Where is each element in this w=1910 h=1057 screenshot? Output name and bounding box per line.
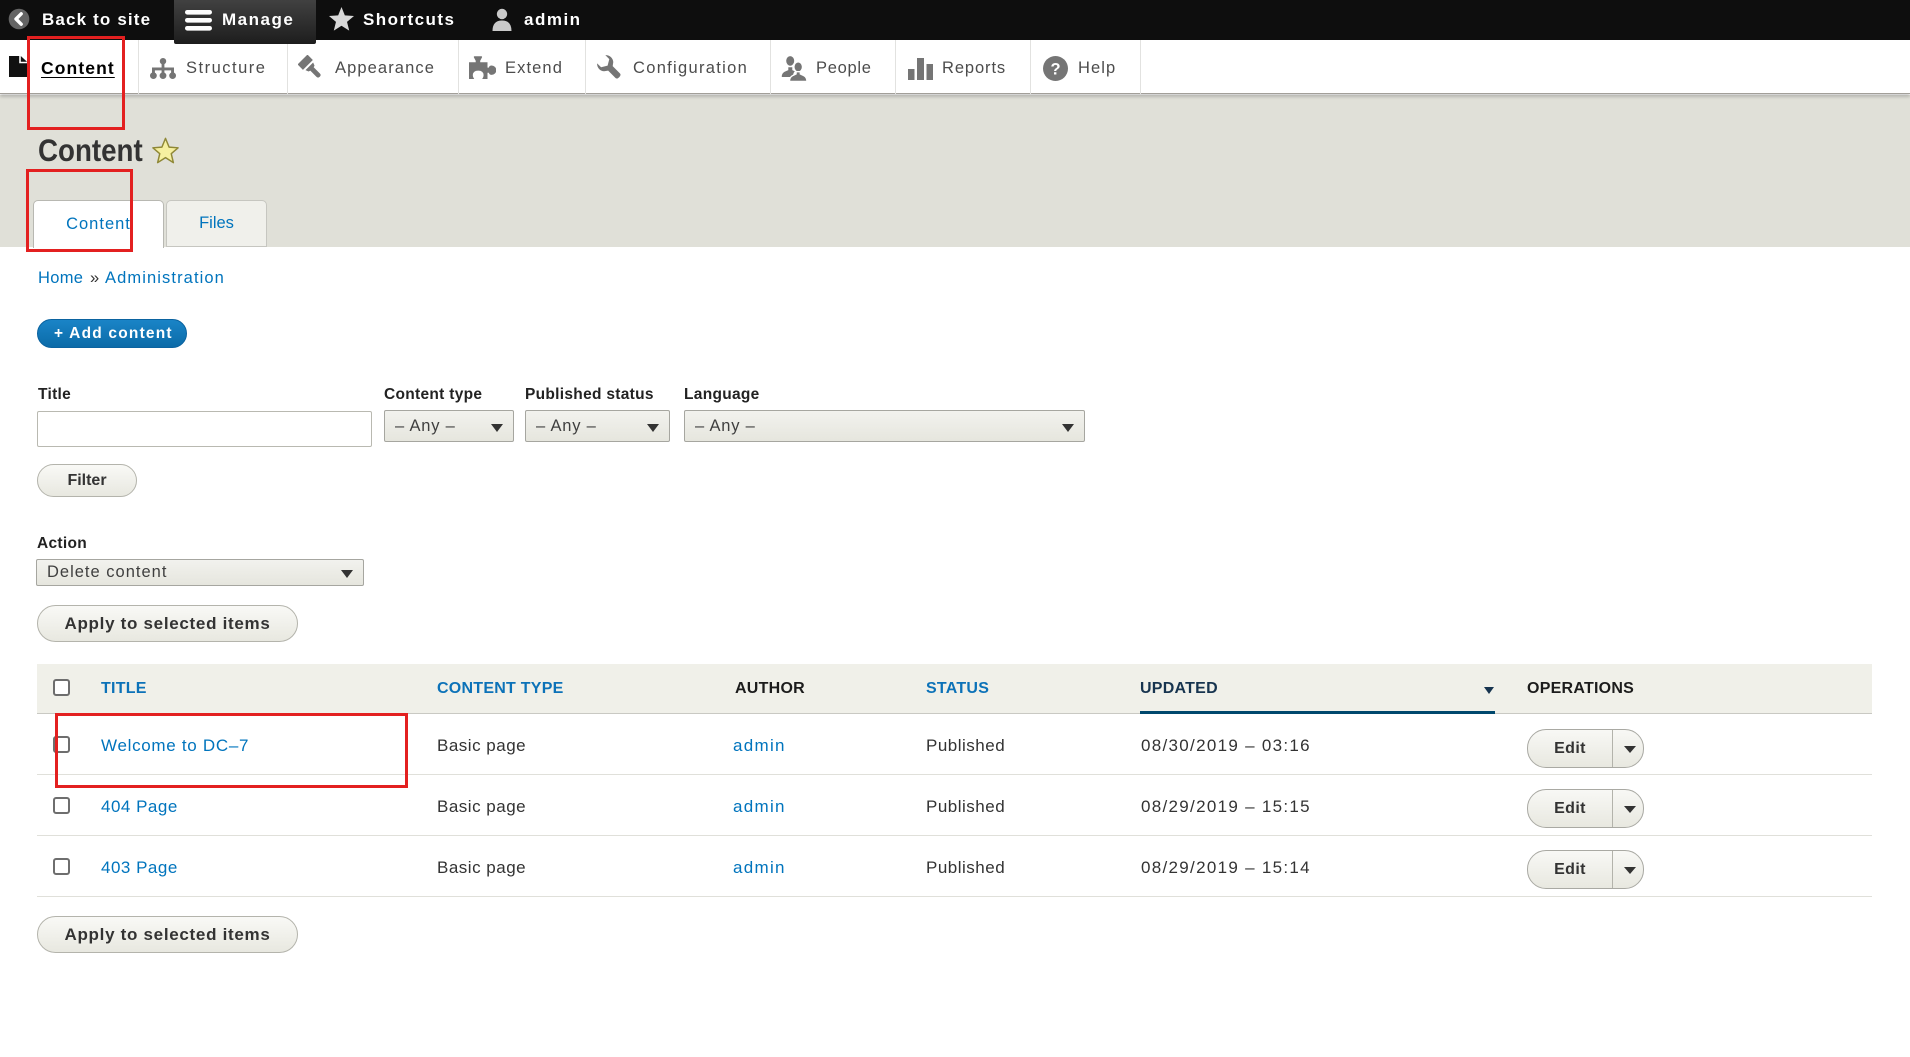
svg-text:?: ? [1050, 60, 1060, 78]
